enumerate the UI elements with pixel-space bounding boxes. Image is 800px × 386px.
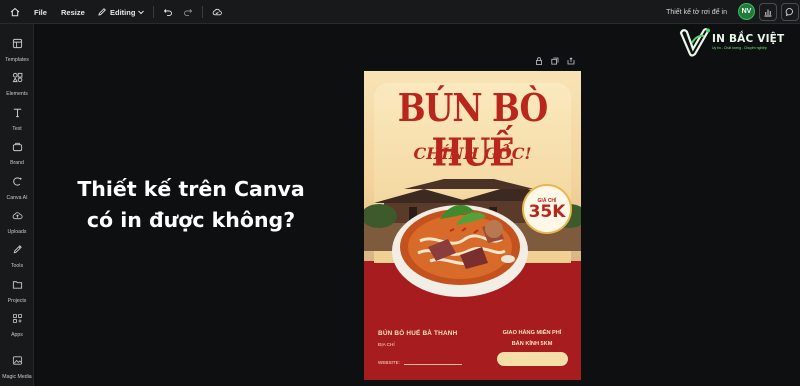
tools-icon — [12, 242, 23, 260]
website-underline — [404, 364, 462, 365]
top-toolbar: File Resize Editing Thiết kế tờ rơi để i… — [0, 0, 800, 24]
save-status-button[interactable] — [211, 0, 223, 24]
sidebar-item-elements[interactable]: Elements — [0, 70, 34, 98]
text-icon — [12, 105, 23, 123]
sidebar-item-magic-media[interactable]: Magic Media — [0, 353, 34, 381]
resize-menu[interactable]: Resize — [61, 0, 85, 24]
shop-name: BÚN BÒ HUẾ BÀ THANH — [378, 330, 458, 337]
website-label: WEBSITE: — [378, 360, 400, 365]
sidebar-item-brand[interactable]: Brand — [0, 139, 34, 167]
lock-page-button[interactable] — [534, 56, 544, 66]
magic-media-icon — [12, 353, 23, 371]
sidebar-item-tools[interactable]: Tools — [0, 242, 34, 270]
sidebar-item-templates[interactable]: Templates — [0, 36, 34, 64]
comment-icon — [784, 6, 796, 18]
undo-icon — [162, 6, 174, 18]
sidebar-item-canva-ai[interactable]: Canva AI — [0, 174, 34, 202]
duplicate-page-button[interactable] — [550, 56, 560, 66]
price-badge: GIÁ CHỈ 35K — [522, 184, 572, 234]
toolbar-divider — [202, 6, 203, 18]
comments-button[interactable] — [781, 3, 799, 21]
cloud-check-icon — [211, 6, 223, 18]
insights-button[interactable] — [759, 3, 777, 21]
pencil-icon — [96, 6, 108, 18]
sidebar-item-label: Tools — [10, 263, 24, 269]
logo-subtext: Uy tín - Chất lượng - Chuyên nghiệp — [712, 46, 767, 50]
sidebar-item-apps[interactable]: Apps — [0, 311, 34, 339]
projects-icon — [12, 277, 23, 295]
sidebar-item-label: Magic Media — [2, 374, 32, 380]
file-menu[interactable]: File — [34, 0, 47, 24]
bar-chart-icon — [762, 6, 774, 18]
add-page-button[interactable] — [566, 56, 576, 66]
canva-ai-icon — [12, 174, 23, 192]
overlay-headline: Thiết kế trên Canva có in được không? — [46, 174, 336, 236]
apps-icon — [12, 311, 23, 329]
sidebar-item-label: Templates — [5, 57, 29, 63]
page-tools — [528, 56, 576, 68]
sidebar-item-label: Text — [12, 126, 22, 132]
templates-icon — [12, 36, 23, 54]
sidebar-item-label: Uploads — [7, 229, 27, 235]
address-label: ĐỊA CHỈ — [378, 342, 395, 347]
price-value: 35K — [528, 201, 566, 222]
sidebar-item-label: Canva AI — [6, 195, 28, 201]
logo-text: IN BẮC VIỆT — [712, 33, 785, 45]
chevron-down-icon — [135, 6, 147, 18]
lock-icon — [536, 57, 542, 65]
undo-button[interactable] — [162, 0, 174, 24]
poster-subtitle: CHÍNH GỐC! — [413, 144, 532, 163]
elements-icon — [12, 70, 23, 88]
noodle-bowl-image — [392, 204, 528, 297]
contact-pill — [497, 352, 568, 366]
home-icon — [9, 6, 21, 18]
sidebar-item-uploads[interactable]: Uploads — [0, 208, 34, 236]
delivery-info: GIAO HÀNG MIỄN PHÍ BÁN KÍNH 5KM — [492, 328, 572, 350]
sidebar-item-projects[interactable]: Projects — [0, 277, 34, 305]
file-menu-label: File — [34, 7, 47, 17]
home-button[interactable] — [9, 0, 21, 24]
delivery-line: BÁN KÍNH 5KM — [511, 341, 553, 347]
design-title[interactable]: Thiết kế tờ rơi để in — [666, 0, 727, 24]
share-out-icon — [567, 57, 575, 65]
editing-mode-dropdown[interactable]: Editing — [96, 0, 147, 24]
left-sidebar: Templates Elements Text Brand Canva AI U… — [0, 24, 34, 386]
uploads-icon — [12, 208, 23, 226]
sidebar-item-label: Elements — [6, 91, 28, 97]
avatar-initials: NV — [741, 8, 752, 15]
delivery-line: GIAO HÀNG MIỄN PHÍ — [502, 330, 562, 336]
redo-button[interactable] — [182, 0, 194, 24]
sidebar-item-label: Apps — [11, 332, 23, 338]
resize-menu-label: Resize — [61, 7, 85, 17]
sidebar-item-label: Brand — [10, 160, 24, 166]
redo-icon — [182, 6, 194, 18]
duplicate-icon — [551, 57, 559, 65]
toolbar-divider — [153, 6, 154, 18]
design-title-text: Thiết kế tờ rơi để in — [666, 8, 727, 16]
avatar[interactable]: NV — [738, 3, 755, 20]
sidebar-item-label: Projects — [7, 298, 27, 304]
editing-mode-label: Editing — [110, 7, 136, 17]
headline-line: có in được không? — [86, 208, 296, 232]
sidebar-item-text[interactable]: Text — [0, 105, 34, 133]
headline-line: Thiết kế trên Canva — [77, 177, 305, 201]
brand-icon — [12, 139, 23, 157]
